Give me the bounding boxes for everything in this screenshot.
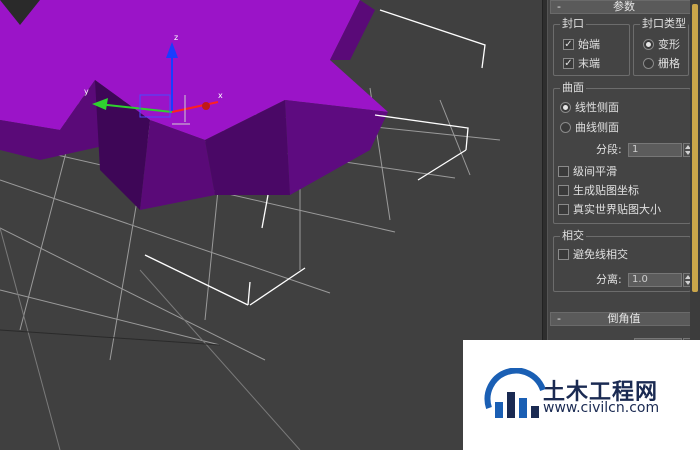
rollout-parameters-title: 参数 [613,0,635,13]
checkbox-unchecked-icon[interactable] [558,165,569,177]
surface-group-label: 曲面 [560,81,586,95]
radio-selected-icon[interactable] [643,38,654,50]
watermark-url: www.civilcn.com [543,400,660,416]
linear-sides-radio[interactable]: 线性侧面 [560,100,619,116]
cap-group-label: 封口 [560,17,586,31]
separation-label: 分离: [596,273,622,286]
cap-start-checkbox[interactable]: ✓ 始端 [563,37,600,53]
checkbox-unchecked-icon[interactable] [558,184,569,196]
rollout-bevel-values-header[interactable]: - 倒角值 [550,312,698,326]
rollout-parameters-header[interactable]: - 参数 [550,0,698,14]
watermark: 土木工程网 www.civilcn.com [463,340,700,450]
smooth-across-levels-checkbox[interactable]: 级间平滑 [558,164,617,180]
command-panel-scroll-thumb[interactable] [692,4,698,292]
radio-unselected-icon[interactable] [560,121,571,133]
axis-label-x: x [218,91,223,100]
cap-end-label: 末端 [578,57,600,70]
segments-input[interactable]: 1 [628,143,682,157]
radio-selected-icon[interactable] [560,101,571,113]
axis-label-y: y [84,87,89,96]
segments-label: 分段: [596,143,622,156]
curved-sides-label: 曲线侧面 [575,121,619,134]
rollout-bevel-values-title: 倒角值 [607,312,641,325]
cap-start-label: 始端 [578,38,600,51]
viewport-perspective[interactable]: z y x [0,0,542,450]
generate-map-coords-checkbox[interactable]: 生成贴图坐标 [558,183,639,199]
watermark-logo-icon [484,368,546,418]
generate-map-coords-label: 生成贴图坐标 [573,184,639,197]
checkbox-unchecked-icon[interactable] [558,248,569,260]
linear-sides-label: 线性侧面 [575,101,619,114]
real-world-map-size-label: 真实世界贴图大小 [573,203,661,216]
intersections-group-label: 相交 [560,229,586,243]
smooth-across-levels-label: 级间平滑 [573,165,617,178]
real-world-map-size-checkbox[interactable]: 真实世界贴图大小 [558,202,661,218]
cap-type-group-label: 封口类型 [640,17,688,31]
cap-type-grid-label: 栅格 [658,57,680,70]
radio-unselected-icon[interactable] [643,57,654,69]
curved-sides-radio[interactable]: 曲线侧面 [560,120,619,136]
viewport-scene: z y x [0,0,501,450]
keep-lines-from-crossing-label: 避免线相交 [573,248,628,261]
cap-type-grid-radio[interactable]: 栅格 [643,56,680,72]
checkbox-checked-icon[interactable]: ✓ [563,38,574,50]
cap-end-checkbox[interactable]: ✓ 末端 [563,56,600,72]
separation-input[interactable]: 1.0 [628,273,682,287]
beveled-star-mesh[interactable] [0,0,388,210]
axis-label-z: z [174,33,178,42]
cap-type-morph-radio[interactable]: 变形 [643,37,680,53]
cap-type-morph-label: 变形 [658,38,680,51]
checkbox-unchecked-icon[interactable] [558,203,569,215]
checkbox-checked-icon[interactable]: ✓ [563,57,574,69]
keep-lines-from-crossing-checkbox[interactable]: 避免线相交 [558,247,628,263]
